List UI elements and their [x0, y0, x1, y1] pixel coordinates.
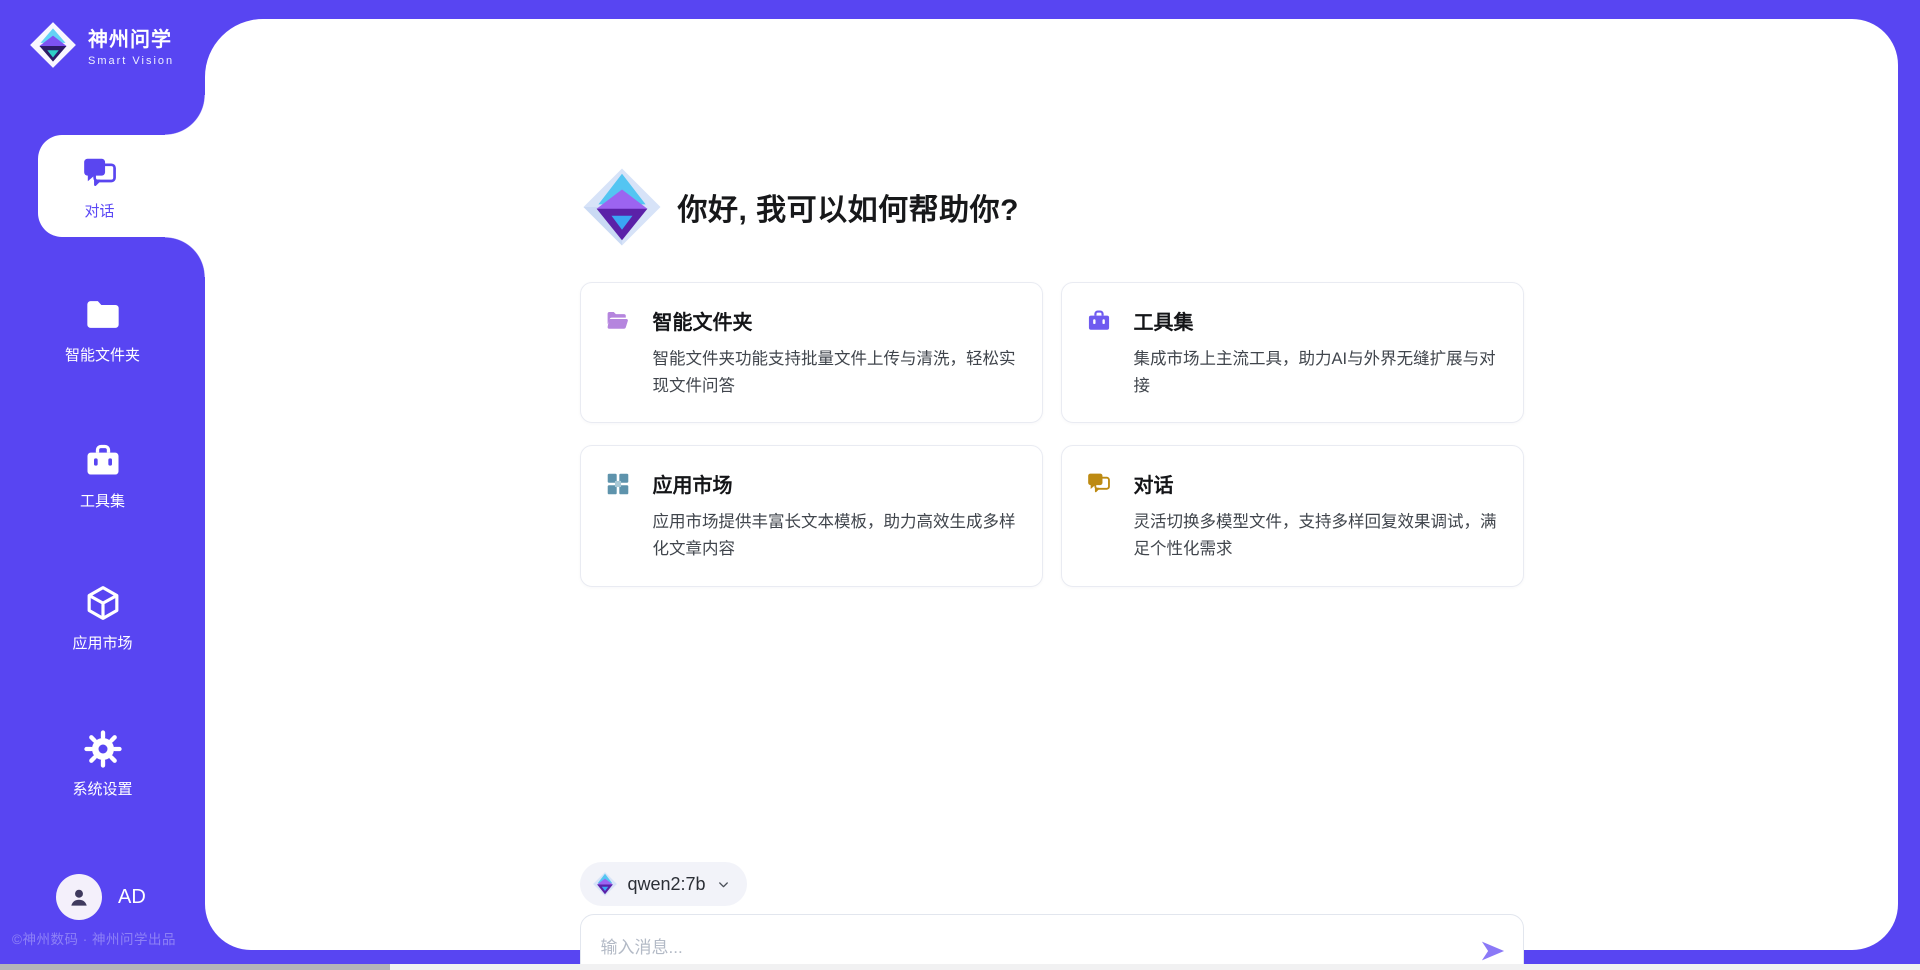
message-input-box: @ # [580, 914, 1524, 970]
send-icon [1479, 937, 1507, 965]
brand-title: 神州问学 [88, 23, 174, 52]
sidebar-item-label: 对话 [84, 200, 114, 221]
card-chat[interactable]: 对话 灵活切换多模型文件，支持多样回复效果调试，满足个性化需求 [1061, 445, 1524, 586]
sidebar-item-label: 工具集 [80, 490, 125, 511]
brand-subtitle: Smart Vision [88, 55, 174, 67]
sidebar: 神州问学 Smart Vision 对话 智能文件夹 工具集 [0, 0, 205, 970]
chevron-down-icon [716, 877, 731, 892]
composer: qwen2:7b @ [580, 862, 1524, 970]
greeting-title: 你好, 我可以如何帮助你? [678, 185, 1020, 229]
model-logo-icon [592, 871, 618, 897]
message-input[interactable] [581, 915, 1463, 970]
brand-diamond-icon [28, 20, 78, 70]
brand-logo: 神州问学 Smart Vision [28, 20, 174, 70]
card-title: 智能文件夹 [653, 306, 753, 335]
card-toolset[interactable]: 工具集 集成市场上主流工具，助力AI与外界无缝扩展与对接 [1061, 282, 1524, 423]
card-title: 工具集 [1134, 306, 1194, 335]
model-selector[interactable]: qwen2:7b [580, 862, 747, 906]
scrollbar-thumb[interactable] [0, 964, 390, 970]
card-smart-folder[interactable]: 智能文件夹 智能文件夹功能支持批量文件上传与清洗，轻松实现文件问答 [580, 282, 1043, 423]
copyright-text: ©神州数码 · 神州问学出品 [12, 928, 176, 948]
gear-icon [83, 729, 123, 769]
sidebar-item-chat[interactable]: 对话 [38, 135, 205, 237]
content-area: 你好, 我可以如何帮助你? 智能文件夹 智能文件夹功能支持批量文件上传与清洗，轻… [205, 19, 1898, 950]
cube-icon [83, 583, 123, 623]
card-description: 智能文件夹功能支持批量文件上传与清洗，轻松实现文件问答 [653, 346, 1018, 399]
folder-icon [83, 295, 123, 335]
sidebar-item-settings[interactable]: 系统设置 [0, 729, 205, 799]
greeting-block: 你好, 我可以如何帮助你? [580, 165, 1524, 249]
sidebar-item-smart-folder[interactable]: 智能文件夹 [0, 295, 205, 365]
user-icon [65, 883, 93, 911]
chat-icon [81, 155, 119, 193]
sidebar-item-label: 系统设置 [72, 778, 132, 799]
user-name: AD [118, 886, 146, 909]
model-name: qwen2:7b [628, 874, 706, 895]
send-button[interactable] [1479, 937, 1507, 965]
user-profile[interactable]: AD [56, 874, 146, 920]
feature-cards: 智能文件夹 智能文件夹功能支持批量文件上传与清洗，轻松实现文件问答 工具集 集成… [580, 282, 1524, 587]
card-title: 对话 [1134, 469, 1174, 498]
card-description: 应用市场提供丰富长文本模板，助力高效生成多样化文章内容 [653, 509, 1018, 562]
briefcase-icon [83, 441, 123, 481]
card-title: 应用市场 [653, 469, 733, 498]
sidebar-item-label: 应用市场 [72, 632, 132, 653]
avatar [56, 874, 102, 920]
sidebar-item-label: 智能文件夹 [65, 344, 140, 365]
grid-icon [605, 471, 631, 497]
horizontal-scrollbar[interactable] [0, 964, 1920, 970]
card-app-market[interactable]: 应用市场 应用市场提供丰富长文本模板，助力高效生成多样化文章内容 [580, 445, 1043, 586]
chat-icon [1086, 471, 1112, 497]
toolbox-icon [1086, 308, 1112, 334]
assistant-logo-icon [580, 165, 664, 249]
sidebar-item-app-market[interactable]: 应用市场 [0, 583, 205, 653]
folder-open-icon [605, 308, 631, 334]
sidebar-item-toolset[interactable]: 工具集 [0, 441, 205, 511]
card-description: 灵活切换多模型文件，支持多样回复效果调试，满足个性化需求 [1134, 509, 1499, 562]
card-description: 集成市场上主流工具，助力AI与外界无缝扩展与对接 [1134, 346, 1499, 399]
